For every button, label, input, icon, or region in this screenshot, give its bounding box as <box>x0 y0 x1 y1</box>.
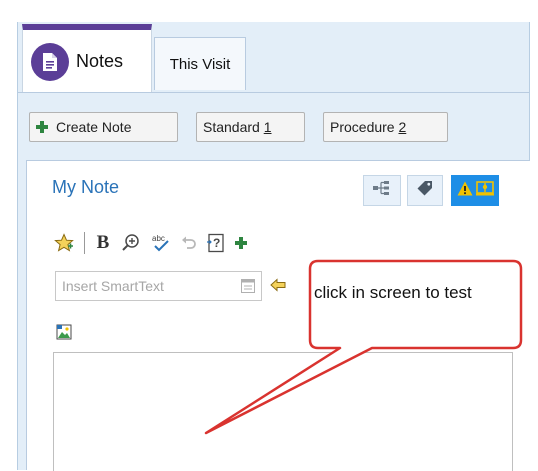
smarttext-placeholder: Insert SmartText <box>62 278 164 294</box>
notes-icon <box>31 42 69 81</box>
share-tree-button[interactable] <box>363 175 401 206</box>
create-note-button[interactable]: Create Note <box>29 112 178 142</box>
insert-arrow-icon[interactable] <box>270 278 286 297</box>
note-panel: My Note B abc ? Insert SmartText <box>26 160 530 471</box>
bold-icon[interactable]: B <box>95 232 111 254</box>
plus-icon <box>36 121 48 133</box>
tag-button[interactable] <box>407 175 443 206</box>
standard-shortcut: 1 <box>263 119 272 135</box>
help-insert-icon[interactable]: ? <box>207 233 225 253</box>
favorite-star-icon[interactable] <box>54 233 74 253</box>
standard-label: Standard <box>203 119 264 135</box>
smarttext-input[interactable]: Insert SmartText <box>55 271 262 301</box>
book-icon <box>475 180 494 201</box>
formatting-toolbar: B abc ? <box>54 230 257 256</box>
zoom-in-icon[interactable] <box>121 233 141 253</box>
tag-icon <box>417 180 433 201</box>
insert-image-icon[interactable] <box>56 324 72 345</box>
smarttext-list-icon[interactable] <box>241 279 255 296</box>
toolbar-separator <box>84 232 85 254</box>
procedure-shortcut: 2 <box>398 119 407 135</box>
tab-this-visit[interactable]: This Visit <box>154 37 246 90</box>
tab-notes[interactable]: Notes <box>22 24 152 93</box>
procedure-button[interactable]: Procedure 2 <box>323 112 448 142</box>
tab-this-visit-label: This Visit <box>169 55 231 73</box>
note-editor[interactable] <box>53 352 513 471</box>
note-toolbar: Create Note Standard 1 Procedure 2 <box>18 93 529 157</box>
warning-icon <box>457 181 473 201</box>
tab-notes-label: Notes <box>76 51 124 71</box>
callout-text: click in screen to test <box>314 283 472 302</box>
procedure-label: Procedure <box>330 119 399 135</box>
warning-reference-button[interactable] <box>451 175 499 206</box>
standard-button[interactable]: Standard 1 <box>196 112 305 142</box>
undo-icon[interactable] <box>181 234 197 252</box>
add-icon[interactable] <box>235 237 247 249</box>
svg-text:?: ? <box>213 236 220 250</box>
spellcheck-icon[interactable]: abc <box>151 233 171 253</box>
svg-text:abc: abc <box>152 234 165 243</box>
note-title: My Note <box>52 177 120 197</box>
create-note-label: Create Note <box>56 119 132 135</box>
share-tree-icon <box>373 181 391 200</box>
